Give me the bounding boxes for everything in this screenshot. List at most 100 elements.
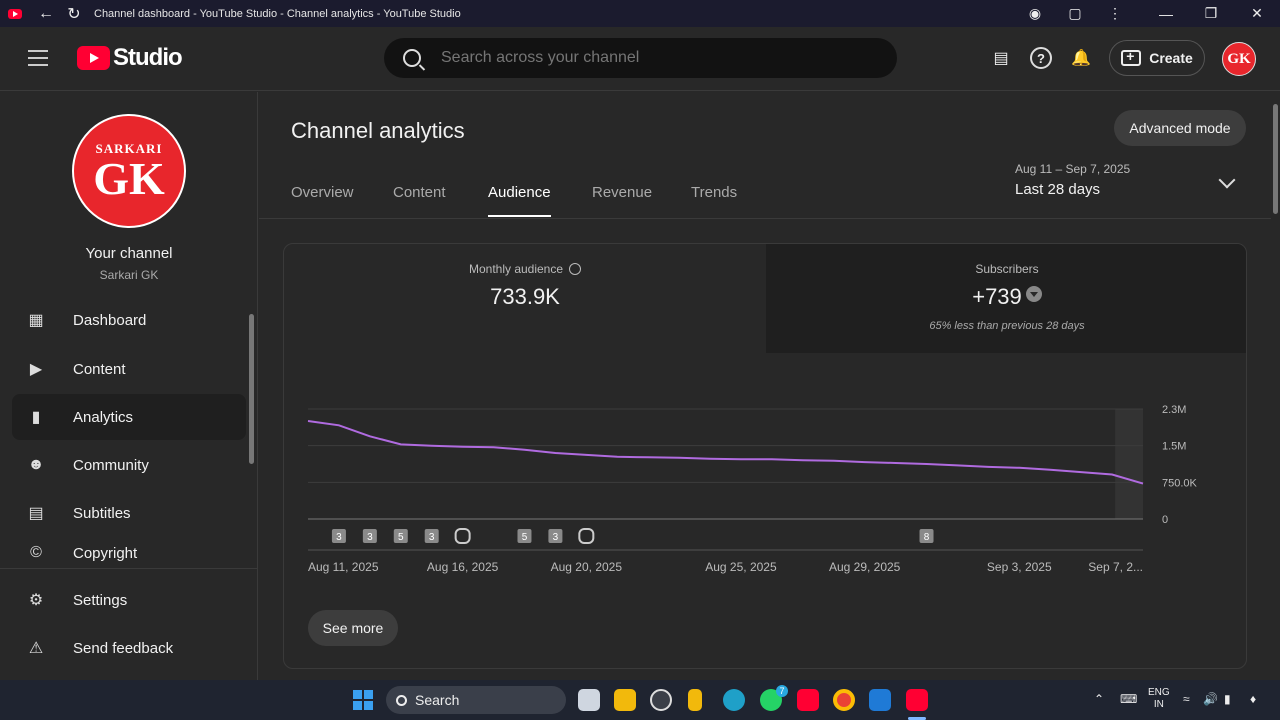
- youtube-studio-app-icon[interactable]: [906, 689, 928, 711]
- notifications-bell-icon[interactable]: 🔔: [1070, 47, 1092, 69]
- file-explorer-icon[interactable]: [614, 689, 636, 711]
- sidebar-item-dashboard[interactable]: ▦ Dashboard: [12, 297, 246, 343]
- sidebar-item-copyright[interactable]: © Copyright: [12, 538, 246, 568]
- tray-chevron-up-icon[interactable]: ⌃: [1094, 692, 1104, 706]
- search-bar[interactable]: [384, 38, 897, 78]
- language-indicator[interactable]: ENG IN: [1148, 687, 1170, 711]
- chrome-icon[interactable]: [833, 689, 855, 711]
- taskbar-search[interactable]: Search: [386, 686, 566, 714]
- browser-title-bar: ← ↻ Channel dashboard - YouTube Studio -…: [0, 0, 1280, 27]
- vscode-icon[interactable]: [869, 689, 891, 711]
- content-icon: ▶: [29, 361, 43, 378]
- clock-icon: [569, 263, 582, 275]
- youtube-app-icon[interactable]: [797, 689, 819, 711]
- x-tick-label: Aug 11, 2025: [308, 560, 379, 574]
- notes-icon[interactable]: ▤: [990, 47, 1012, 69]
- battery-icon[interactable]: ▮: [1224, 692, 1231, 706]
- upload-marker[interactable]: 3: [424, 529, 439, 543]
- audience-line-chart: 2.3M 1.5M 750.0K 0 3 3 5 3 5 3 8 Aug 11, 2025 Aug …: [307, 404, 1198, 574]
- sidebar-item-subtitles[interactable]: ▤ Subtitles: [12, 490, 246, 536]
- sidebar-item-label: Copyright: [73, 544, 138, 562]
- analytics-icon: ▮: [31, 409, 41, 426]
- upload-marker[interactable]: 5: [517, 529, 532, 543]
- advanced-mode-button[interactable]: Advanced mode: [1114, 110, 1246, 146]
- monthly-audience-label-row: Monthly audience: [284, 262, 766, 276]
- subscribers-label: Subscribers: [975, 262, 1039, 276]
- create-label: Create: [1149, 50, 1193, 66]
- windows-start-icon[interactable]: [353, 690, 373, 710]
- edge-icon[interactable]: [723, 689, 745, 711]
- marker-count-label: 3: [336, 532, 342, 543]
- language-top: ENG: [1148, 687, 1170, 698]
- y-tick-label: 2.3M: [1162, 404, 1186, 416]
- help-icon[interactable]: ?: [1030, 47, 1052, 69]
- sidebar-item-send-feedback[interactable]: ⚠ Send feedback: [12, 625, 246, 671]
- youtube-logo-icon: [77, 46, 110, 70]
- wifi-icon[interactable]: ≈: [1183, 692, 1190, 706]
- tabs-divider: [259, 218, 1271, 219]
- windows-taskbar: Search 7 ⌃ ⌨ ENG IN ≈ 🔊 ▮ ♦: [0, 680, 1280, 720]
- task-view-icon[interactable]: [578, 689, 600, 711]
- channel-title: Your channel: [85, 245, 173, 262]
- see-more-button[interactable]: See more: [308, 610, 398, 646]
- notification-bell-icon[interactable]: ♦: [1250, 692, 1256, 706]
- sidebar-item-label: Dashboard: [73, 311, 147, 329]
- create-video-icon: [1121, 48, 1142, 66]
- close-icon[interactable]: ✕: [1234, 0, 1280, 27]
- create-button[interactable]: Create: [1109, 40, 1205, 76]
- minimize-icon[interactable]: —: [1143, 0, 1189, 27]
- marker-count-label: 5: [398, 532, 404, 543]
- search-input[interactable]: [441, 49, 861, 67]
- channel-name: Sarkari GK: [99, 268, 159, 282]
- sidebar-item-label: Analytics: [73, 408, 134, 426]
- y-tick-label: 1.5M: [1162, 441, 1186, 453]
- main-content: Channel analytics Advanced mode Overview…: [259, 92, 1271, 680]
- date-period-label[interactable]: Last 28 days: [1015, 181, 1100, 198]
- account-avatar[interactable]: GK: [1222, 42, 1256, 76]
- monthly-audience-value: 733.9K: [490, 284, 560, 309]
- series-line: [307, 420, 1144, 485]
- community-icon: ☻: [27, 456, 45, 473]
- tab-revenue[interactable]: Revenue: [592, 184, 652, 201]
- upload-marker[interactable]: 3: [362, 529, 377, 543]
- menu-hamburger-icon[interactable]: [28, 50, 48, 66]
- tab-overview[interactable]: Overview: [291, 184, 354, 201]
- more-menu-icon[interactable]: ⋮: [1092, 0, 1138, 27]
- studio-logo-text: Studio: [113, 44, 183, 71]
- refresh-icon[interactable]: ↻: [60, 0, 88, 27]
- upload-marker[interactable]: 3: [548, 529, 563, 543]
- volume-icon[interactable]: 🔊: [1203, 692, 1218, 706]
- youtube-favicon-icon: [8, 8, 22, 19]
- subscribers-metric[interactable]: Subscribers +739 65% less than previous …: [766, 244, 1246, 353]
- channel-avatar[interactable]: SARKARI GK: [72, 114, 186, 228]
- whatsapp-icon[interactable]: 7: [760, 685, 788, 711]
- tab-audience[interactable]: Audience: [488, 184, 551, 201]
- chevron-down-icon[interactable]: [1218, 171, 1236, 189]
- sidebar-item-label: Subtitles: [73, 504, 131, 522]
- upload-marker[interactable]: 8: [919, 529, 934, 543]
- upload-marker[interactable]: 5: [393, 529, 408, 543]
- sidebar-item-settings[interactable]: ⚙ Settings: [12, 577, 246, 623]
- sticky-notes-icon[interactable]: [688, 689, 702, 711]
- restore-icon[interactable]: ❐: [1188, 0, 1234, 27]
- shorts-marker-icon[interactable]: [454, 528, 471, 544]
- monthly-audience-metric[interactable]: Monthly audience 733.9K: [284, 244, 766, 353]
- upload-marker[interactable]: 3: [331, 529, 346, 543]
- subscribers-value: +739: [972, 284, 1022, 309]
- chatgpt-icon[interactable]: [650, 689, 672, 711]
- sidebar-item-analytics[interactable]: ▮ Analytics: [12, 394, 246, 440]
- sidebar-item-community[interactable]: ☻ Community: [12, 442, 246, 488]
- sidebar-item-content[interactable]: ▶ Content: [12, 346, 246, 392]
- copyright-icon: ©: [30, 544, 42, 561]
- studio-logo[interactable]: Studio: [77, 44, 183, 72]
- keyboard-icon[interactable]: ⌨: [1120, 692, 1137, 706]
- x-tick-label: Sep 3, 2025: [987, 560, 1052, 574]
- tab-trends[interactable]: Trends: [691, 184, 737, 201]
- tab-content[interactable]: Content: [393, 184, 446, 201]
- monthly-audience-label: Monthly audience: [468, 262, 564, 276]
- back-arrow-icon[interactable]: ←: [32, 0, 60, 27]
- shorts-marker-icon[interactable]: [578, 528, 595, 544]
- search-icon: [403, 49, 421, 67]
- main-scrollbar[interactable]: [1273, 104, 1278, 214]
- sidebar-scrollbar[interactable]: [249, 314, 254, 464]
